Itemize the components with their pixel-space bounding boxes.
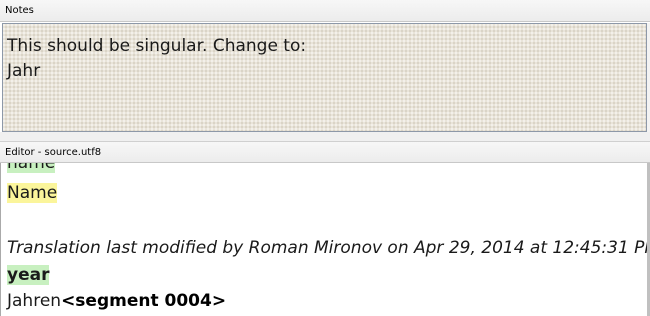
editor-area[interactable]: name Name Translation last modified by R… [0,163,650,316]
notes-pane-title: Notes [0,0,650,22]
next-target-text[interactable]: Jahren [7,291,61,311]
notes-line-2: Jahr [7,61,41,81]
active-target-segment[interactable]: Name [7,183,58,203]
target-line[interactable]: Name [7,182,58,204]
editor-pane-title: Editor - source.utf8 [0,141,650,163]
notes-line-1: This should be singular. Change to: [7,36,307,56]
app-window: Notes This should be singular. Change to… [0,0,650,316]
next-source-line: year [7,264,50,286]
source-segment-year: year [7,265,50,285]
partial-source-line: name [7,163,56,174]
notes-textarea[interactable]: This should be singular. Change to: Jahr [2,23,647,132]
source-segment-name: name [7,163,56,173]
segment-tag: <segment 0004> [61,291,227,311]
pane-splitter[interactable] [0,132,650,141]
notes-text: This should be singular. Change to: Jahr [7,34,306,84]
modified-info-line: Translation last modified by Roman Miron… [7,238,650,258]
next-target-line[interactable]: Jahren<segment 0004> [7,290,226,312]
